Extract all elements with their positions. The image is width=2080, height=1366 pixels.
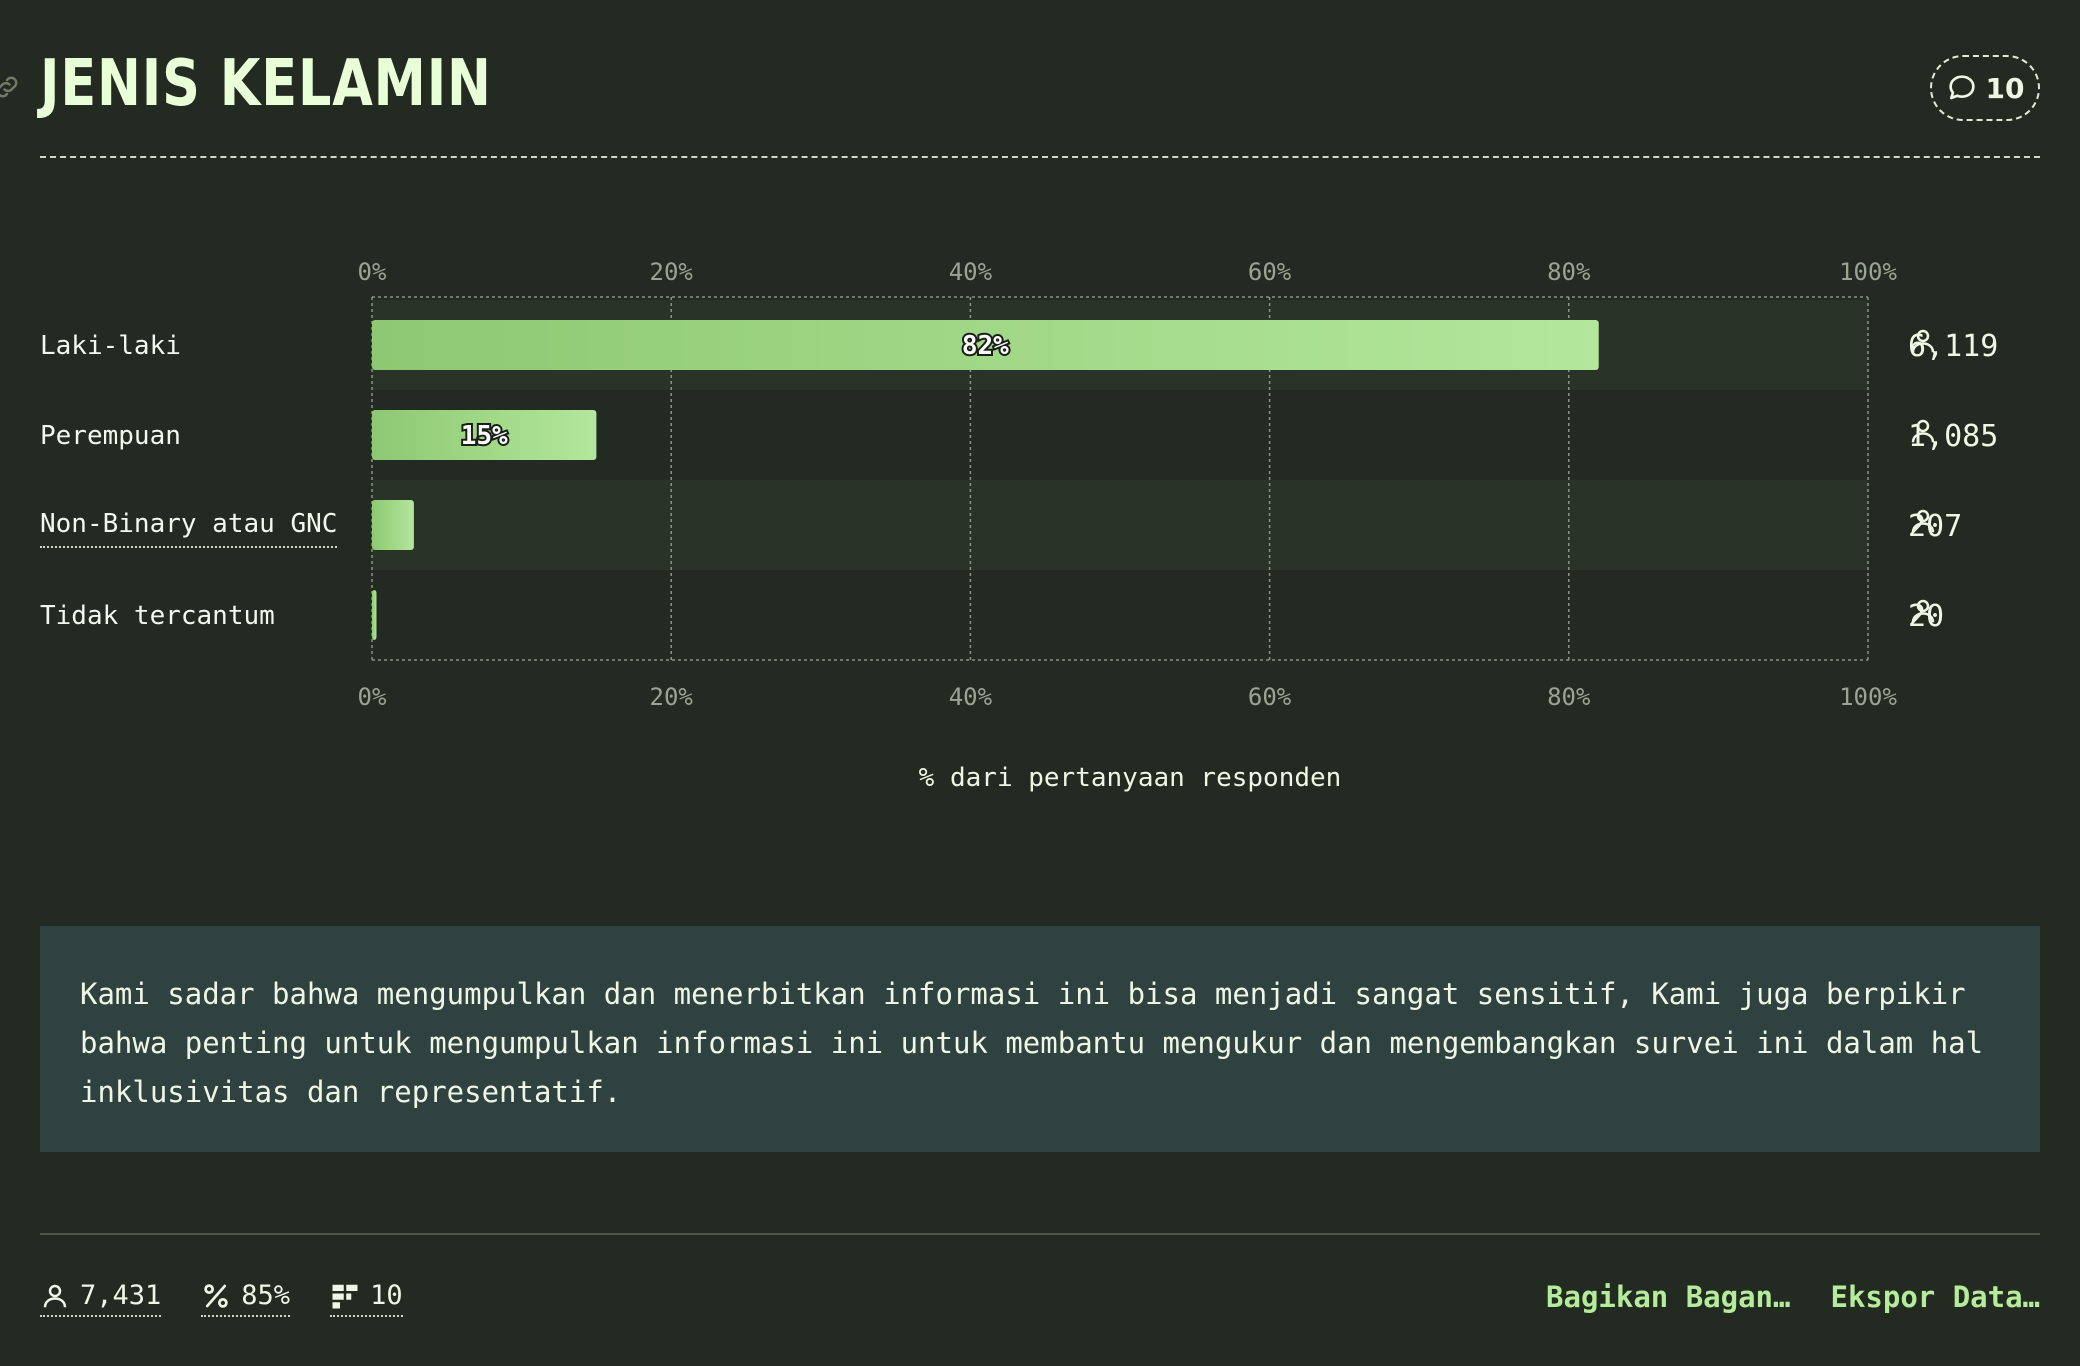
x-tick-label-bottom: 100% (1839, 683, 1897, 711)
footer-divider (40, 1233, 2040, 1235)
x-tick-label-top: 100% (1839, 258, 1897, 286)
respondent-count: 207 (1908, 506, 1962, 546)
percent-icon (204, 1283, 229, 1308)
x-tick-label-bottom: 20% (650, 683, 694, 711)
comments-button[interactable]: 10 (1930, 55, 2040, 121)
link-icon[interactable] (0, 72, 22, 102)
x-tick-label-bottom: 60% (1248, 683, 1292, 711)
category-label-tidak-tercantum: Tidak tercantum (40, 601, 275, 631)
export-data-button[interactable]: Ekspor Data… (1830, 1280, 2040, 1314)
page-title: JENIS KELAMIN (40, 47, 492, 121)
stat-percent[interactable]: 85% (201, 1280, 291, 1317)
footer-actions: Bagikan Bagan… Ekspor Data… (1546, 1280, 2040, 1314)
stat-questions[interactable]: 10 (330, 1280, 403, 1317)
category-label-laki-laki: Laki-laki (40, 331, 181, 361)
respondent-count: 1,085 (1908, 416, 1998, 456)
x-tick-label-top: 40% (949, 258, 993, 286)
respondent-count: 20 (1908, 596, 1944, 636)
x-tick-label-top: 20% (650, 258, 694, 286)
bar-value-label: 82% (962, 331, 1009, 361)
questions-grid-icon (332, 1284, 358, 1308)
person-icon (43, 1284, 67, 1307)
bar-value-label: 15% (461, 421, 508, 451)
category-label-non-binary[interactable]: Non-Binary atau GNC (40, 506, 338, 548)
person-icon (1911, 329, 1935, 353)
x-tick-label-top: 60% (1248, 258, 1292, 286)
chart: 0% 0% 20% 20% 40% 40% 60% 60% 80% 80% 100% 100% 82% 1… (0, 230, 2080, 830)
x-tick-label-bottom: 0% (358, 683, 387, 711)
respondent-count: 6,119 (1908, 326, 1998, 366)
x-tick-label-top: 80% (1547, 258, 1591, 286)
person-icon (1911, 599, 1935, 623)
info-note: Kami sadar bahwa mengumpulkan dan menerb… (40, 926, 2040, 1152)
x-axis-title: % dari pertanyaan responden (918, 763, 1342, 793)
footer-stats: 7,431 85% 10 (40, 1280, 403, 1317)
comments-count: 10 (1985, 71, 2025, 105)
stat-respondents[interactable]: 7,431 (40, 1280, 162, 1317)
share-chart-button[interactable]: Bagikan Bagan… (1546, 1280, 1790, 1314)
person-icon (1911, 419, 1935, 443)
stat-percent-value: 85% (241, 1280, 291, 1311)
person-icon (1911, 509, 1935, 533)
stat-respondents-value: 7,431 (80, 1280, 162, 1311)
title-divider (40, 156, 2040, 158)
category-label-perempuan: Perempuan (40, 421, 181, 451)
stat-questions-value: 10 (370, 1280, 403, 1311)
x-tick-label-top: 0% (358, 258, 387, 286)
row-background (372, 480, 1868, 570)
x-tick-label-bottom: 80% (1547, 683, 1591, 711)
bar (372, 590, 377, 640)
x-tick-label-bottom: 40% (949, 683, 993, 711)
speech-bubble-icon (1948, 75, 1975, 100)
bar (372, 500, 414, 550)
